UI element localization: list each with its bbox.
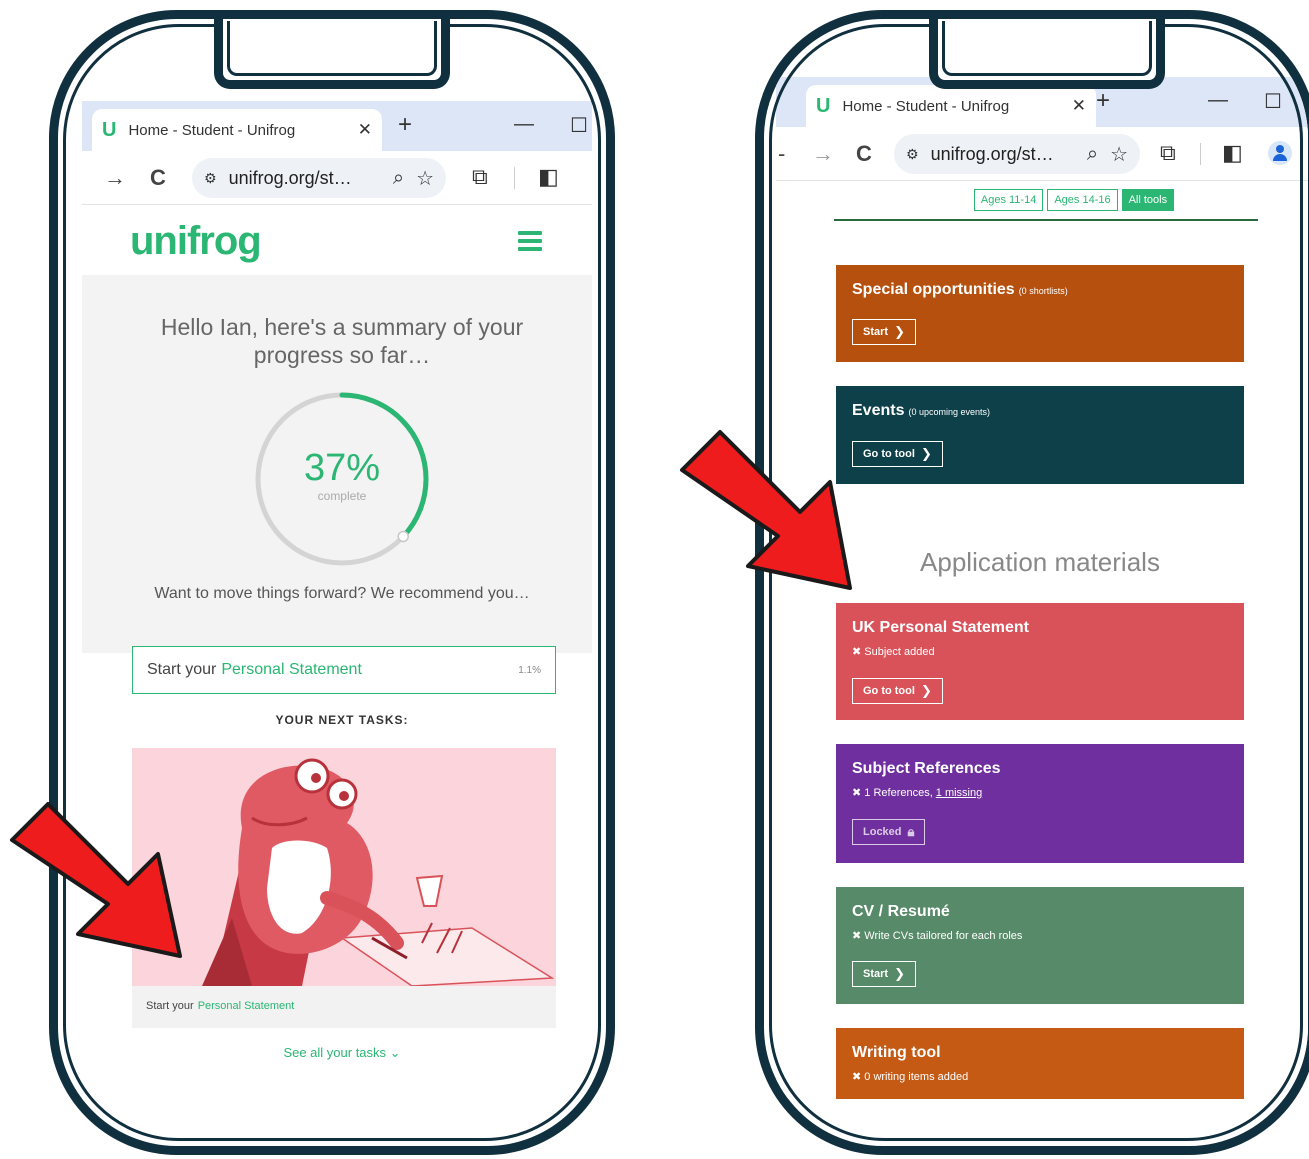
bookmark-star-icon[interactable]: ☆ xyxy=(1110,142,1128,167)
browser-tab[interactable]: U Home - Student - Unifrog ✕ xyxy=(806,85,1096,127)
filter-all-tools[interactable]: All tools xyxy=(1121,189,1175,211)
card-title: Writing tool xyxy=(852,1044,941,1061)
unifrog-logo[interactable]: unifrog xyxy=(130,219,262,264)
hamburger-menu-icon[interactable] xyxy=(518,231,542,255)
card-status: ✖ 0 writing items added xyxy=(852,1071,969,1083)
side-panel-icon[interactable]: ◧ xyxy=(538,164,559,190)
events-card: Events (0 upcoming events) Go to tool ❯ xyxy=(836,386,1244,484)
card-title: Special opportunities (0 shortlists) xyxy=(852,281,1068,298)
url-text: unifrog.org/st… xyxy=(930,143,1054,164)
start-button[interactable]: Start ❯ xyxy=(852,319,916,345)
start-button[interactable]: Start ❯ xyxy=(852,961,916,987)
task-card[interactable]: Start your Personal Statement xyxy=(132,748,556,1028)
site-settings-icon[interactable]: ⚙ xyxy=(204,170,217,187)
unifrog-favicon-icon: U xyxy=(102,118,117,141)
phone-notch xyxy=(214,19,450,89)
progress-summary: Hello Ian, here's a summary of your prog… xyxy=(82,275,592,653)
caption-link[interactable]: Personal Statement xyxy=(198,1000,295,1012)
progress-percent: 37% xyxy=(303,447,381,489)
reload-icon[interactable]: C xyxy=(856,141,872,167)
chevron-right-icon: ❯ xyxy=(920,446,932,461)
recommended-task-button[interactable]: Start your Personal Statement 1.1% xyxy=(132,646,556,694)
tab-close-icon[interactable]: ✕ xyxy=(1072,96,1086,116)
go-to-tool-button[interactable]: Go to tool ❯ xyxy=(852,678,943,704)
toolbar-separator xyxy=(514,167,515,189)
card-title: UK Personal Statement xyxy=(852,619,1029,636)
extensions-puzzle-icon[interactable]: ⧉ xyxy=(1160,140,1176,166)
site-settings-icon[interactable]: ⚙ xyxy=(906,146,919,163)
subject-references-card: Subject References ✖ 1 References, 1 miss… xyxy=(836,744,1244,863)
back-arrow-icon[interactable]: - xyxy=(778,141,785,167)
task-link[interactable]: Personal Statement xyxy=(221,661,362,679)
locked-button[interactable]: Locked 🔒︎ xyxy=(852,819,926,845)
url-omnibox[interactable]: ⚙ unifrog.org/st… ⌕ ☆ xyxy=(894,134,1140,174)
next-tasks-heading: YOUR NEXT TASKS: xyxy=(275,713,409,727)
red-arrow-right xyxy=(680,430,852,590)
browser-tab[interactable]: U Home - Student - Unifrog ✕ xyxy=(92,109,382,151)
greeting-text: Hello Ian, here's a summary of your prog… xyxy=(160,314,524,368)
writing-tool-card: Writing tool ✖ 0 writing items added xyxy=(836,1028,1244,1099)
comparison-stage: U Home - Student - Unifrog ✕ + — ☐ → C ⚙… xyxy=(0,0,1309,1159)
toolbar-separator xyxy=(1200,143,1201,165)
frog-illustration xyxy=(132,748,556,986)
uk-personal-statement-card: UK Personal Statement ✖ Subject added Go… xyxy=(836,603,1244,720)
new-tab-button[interactable]: + xyxy=(398,111,412,139)
browser-address-bar: → C ⚙ unifrog.org/st… ⌕ ☆ ⧉ ◧ xyxy=(82,151,592,205)
chevron-right-icon: ❯ xyxy=(920,683,932,698)
chevron-right-icon: ❯ xyxy=(894,966,905,981)
filter-ages-14-16[interactable]: Ages 14-16 xyxy=(1047,189,1118,211)
card-title: CV / Resumé xyxy=(852,903,950,920)
restore-button[interactable]: ☐ xyxy=(1264,89,1282,114)
card-title: Events (0 upcoming events) xyxy=(852,402,991,419)
tab-title: Home - Student - Unifrog xyxy=(842,97,1010,115)
lock-icon: 🔒︎ xyxy=(907,824,915,839)
application-materials-heading: Application materials xyxy=(920,547,1160,577)
recommend-text: Want to move things forward? We recommen… xyxy=(154,585,530,602)
chevron-right-icon: ❯ xyxy=(894,324,905,339)
caption-prefix: Start your xyxy=(146,1000,194,1012)
zoom-icon[interactable]: ⌕ xyxy=(393,167,404,190)
card-status: ✖ Write CVs tailored for each roles xyxy=(852,930,1023,942)
card-status: ✖ Subject added xyxy=(852,646,935,658)
left-phone-frame: U Home - Student - Unifrog ✕ + — ☐ → C ⚙… xyxy=(49,10,615,1155)
extensions-puzzle-icon[interactable]: ⧉ xyxy=(472,164,488,190)
special-opportunities-card: Special opportunities (0 shortlists) Star… xyxy=(836,265,1244,362)
minimize-button[interactable]: — xyxy=(1208,89,1228,112)
forward-arrow-icon[interactable]: → xyxy=(812,141,834,167)
card-status: ✖ 1 References, 1 missing xyxy=(852,787,983,799)
card-title: Subject References xyxy=(852,760,1001,777)
unifrog-header: unifrog xyxy=(82,205,592,275)
task-percent: 1.1% xyxy=(518,664,541,676)
unifrog-favicon-icon: U xyxy=(816,94,831,117)
bookmark-star-icon[interactable]: ☆ xyxy=(416,166,434,191)
profile-avatar-icon[interactable] xyxy=(1268,141,1292,165)
side-panel-icon[interactable]: ◧ xyxy=(1222,140,1243,166)
zoom-icon[interactable]: ⌕ xyxy=(1087,143,1098,166)
phone-notch xyxy=(929,19,1165,89)
url-text: unifrog.org/st… xyxy=(228,167,352,188)
red-arrow-left xyxy=(10,802,182,958)
minimize-button[interactable]: — xyxy=(514,113,534,136)
filter-ages-11-14[interactable]: Ages 11-14 xyxy=(973,189,1044,211)
restore-button[interactable]: ☐ xyxy=(570,113,588,138)
browser-address-bar: - → C ⚙ unifrog.org/st… ⌕ ☆ ⧉ ◧ xyxy=(776,127,1308,181)
new-tab-button[interactable]: + xyxy=(1096,87,1110,115)
missing-link[interactable]: 1 missing xyxy=(936,787,982,799)
progress-sublabel: complete xyxy=(317,489,367,503)
task-prefix: Start your xyxy=(147,661,217,678)
task-caption: Start your Personal Statement xyxy=(146,1000,294,1012)
tab-close-icon[interactable]: ✕ xyxy=(358,120,372,140)
cv-resume-card: CV / Resumé ✖ Write CVs tailored for eac… xyxy=(836,887,1244,1004)
see-all-tasks-link[interactable]: See all your tasks ⌄ xyxy=(82,1045,592,1061)
url-omnibox[interactable]: ⚙ unifrog.org/st… ⌕ ☆ xyxy=(192,158,446,198)
go-to-tool-button[interactable]: Go to tool ❯ xyxy=(852,441,943,467)
tab-title: Home - Student - Unifrog xyxy=(128,121,296,139)
forward-arrow-icon[interactable]: → xyxy=(104,165,126,191)
browser-tab-bar: U Home - Student - Unifrog ✕ + — ☐ xyxy=(82,101,592,151)
reload-icon[interactable]: C xyxy=(150,165,166,191)
age-filter-bar: Ages 11-14 Ages 14-16 All tools xyxy=(834,181,1258,221)
